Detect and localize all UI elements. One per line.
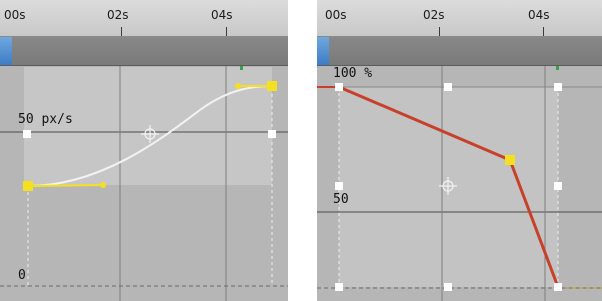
tick-mark (439, 27, 440, 36)
time-tick-label: 02s (423, 8, 445, 22)
current-time-indicator[interactable] (0, 37, 12, 65)
playhead-marker-icon (240, 66, 243, 70)
time-ruler[interactable]: 00s 02s 04s (317, 0, 602, 37)
transform-handle-icon[interactable] (335, 83, 343, 91)
speed-value-label: 50 px/s (18, 112, 73, 127)
time-tick-label: 04s (528, 8, 550, 22)
tick-mark (543, 27, 544, 36)
transform-handle-icon[interactable] (444, 83, 452, 91)
transform-handle-icon[interactable] (444, 283, 452, 291)
mid-value-label: 50 (333, 192, 349, 207)
time-tick-label: 02s (107, 8, 129, 22)
work-area-bar[interactable] (317, 37, 602, 66)
top-value-label: 100 % (333, 66, 373, 81)
time-tick-label: 00s (325, 8, 347, 22)
transform-handle-icon[interactable] (554, 283, 562, 291)
transform-handle-icon[interactable] (554, 83, 562, 91)
speed-graph-area[interactable] (0, 66, 288, 301)
speed-graph-panel: 00s 02s 04s 50 px/s 0 (0, 0, 288, 301)
keyframe-handle-icon[interactable] (505, 155, 515, 165)
transform-handle-icon[interactable] (335, 182, 343, 190)
current-time-indicator[interactable] (317, 37, 329, 65)
work-area-bar[interactable] (0, 37, 288, 66)
playhead-marker-icon (556, 66, 559, 70)
tick-mark (226, 27, 227, 36)
value-graph-area[interactable] (317, 66, 602, 301)
keyframe-handle-icon[interactable] (23, 181, 33, 191)
influence-handle-line[interactable] (27, 184, 104, 187)
time-ruler[interactable]: 00s 02s 04s (0, 0, 288, 37)
zero-value-label: 0 (18, 268, 26, 283)
value-graph-panel: 00s 02s 04s 100 % 50 (317, 0, 602, 301)
time-tick-label: 04s (211, 8, 233, 22)
transform-handle-icon[interactable] (554, 182, 562, 190)
time-tick-label: 00s (4, 8, 26, 22)
transform-handle-icon[interactable] (23, 130, 31, 138)
transform-handle-icon[interactable] (335, 283, 343, 291)
keyframe-handle-icon[interactable] (267, 81, 277, 91)
influence-handle-icon[interactable] (235, 83, 241, 89)
tick-mark (121, 27, 122, 36)
transform-handle-icon[interactable] (268, 130, 276, 138)
influence-handle-icon[interactable] (100, 182, 106, 188)
